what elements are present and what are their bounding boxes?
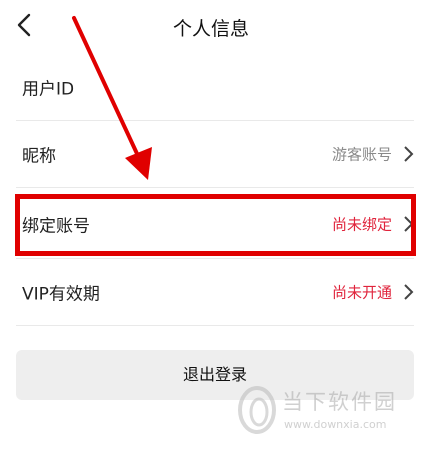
- watermark-logo-icon: [238, 386, 276, 434]
- watermark-name: 当下软件园: [282, 390, 397, 414]
- watermark-url: www.downxia.com: [284, 418, 387, 431]
- watermark: 当下软件园 www.downxia.com: [236, 380, 416, 440]
